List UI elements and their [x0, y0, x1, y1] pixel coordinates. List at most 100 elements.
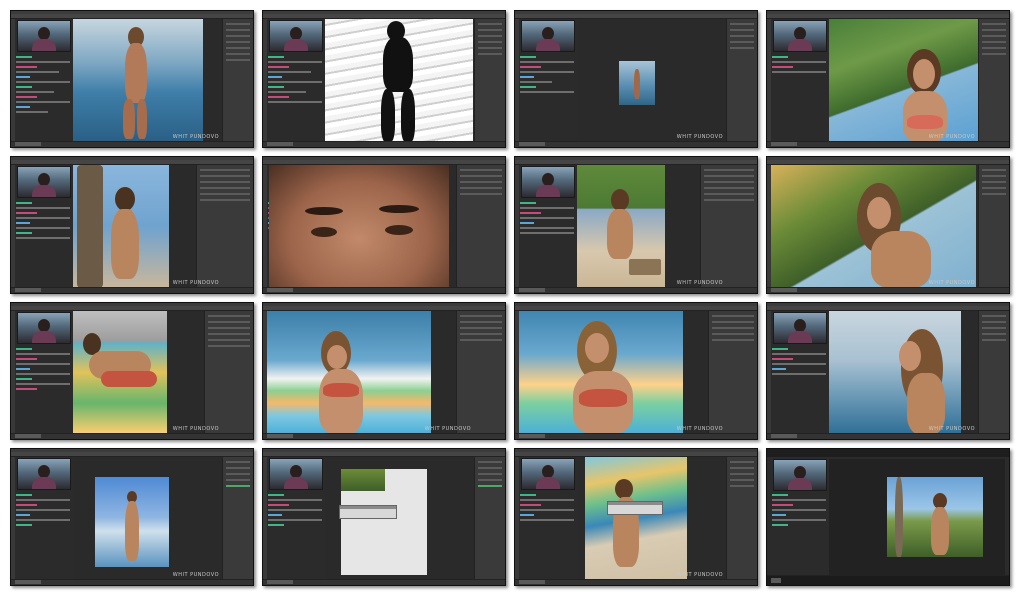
layers-panel[interactable] — [474, 19, 505, 142]
layers-panel[interactable] — [978, 165, 1009, 288]
webcam-overlay — [521, 458, 575, 490]
frame-1[interactable]: WHIT PUNDOVO — [10, 10, 254, 148]
layers-panel[interactable] — [726, 19, 757, 142]
tools-panel[interactable] — [263, 19, 267, 147]
layers-panel[interactable] — [222, 19, 253, 142]
status-bar — [263, 287, 505, 293]
photo — [519, 311, 683, 434]
document-canvas[interactable] — [577, 19, 726, 142]
photo — [73, 165, 169, 288]
document-canvas[interactable] — [73, 457, 222, 580]
contact-sheet: WHIT PUNDOVO WHIT PUNDOVO WHIT PUNDOVO W… — [0, 0, 1018, 594]
status-bar — [11, 287, 253, 293]
tools-panel[interactable] — [515, 457, 519, 585]
tools-panel[interactable] — [767, 19, 771, 147]
chat-log — [268, 53, 322, 137]
watermark-logo: WHIT PUNDOVO — [172, 426, 219, 432]
layers-panel[interactable] — [456, 165, 505, 288]
webcam-overlay — [17, 458, 71, 490]
document-canvas[interactable] — [577, 457, 726, 580]
webcam-overlay — [17, 20, 71, 52]
chat-log — [16, 53, 70, 137]
blank-document — [341, 469, 427, 575]
tools-panel[interactable] — [515, 165, 519, 293]
frame-9[interactable]: WHIT PUNDOVO — [10, 302, 254, 440]
tools-panel[interactable] — [11, 311, 15, 439]
photo — [73, 311, 167, 434]
layers-panel[interactable] — [700, 165, 757, 288]
document-canvas[interactable] — [829, 311, 978, 434]
status-bar — [515, 579, 757, 585]
chat-log — [520, 199, 574, 283]
status-bar — [11, 433, 253, 439]
photo — [95, 477, 169, 567]
document-canvas[interactable] — [325, 457, 474, 580]
document-canvas[interactable] — [829, 19, 978, 142]
status-bar — [11, 141, 253, 147]
layers-panel[interactable] — [204, 311, 253, 434]
layers-panel[interactable] — [978, 311, 1009, 434]
watermark-logo: WHIT PUNDOVO — [676, 426, 723, 432]
layers-panel[interactable] — [474, 457, 505, 580]
frame-6[interactable] — [262, 156, 506, 294]
tools-panel[interactable] — [11, 165, 15, 293]
watermark-logo: WHIT PUNDOVO — [424, 426, 471, 432]
watermark-logo: WHIT PUNDOVO — [676, 572, 723, 578]
frame-7[interactable]: WHIT PUNDOVO — [514, 156, 758, 294]
frame-2[interactable] — [262, 10, 506, 148]
webcam-overlay — [17, 166, 71, 198]
frame-8[interactable]: WHIT PUNDOVO — [766, 156, 1010, 294]
status-bar — [263, 141, 505, 147]
webcam-overlay — [521, 166, 575, 198]
document-canvas[interactable] — [325, 19, 474, 142]
layers-panel[interactable] — [456, 311, 505, 434]
frame-5[interactable]: WHIT PUNDOVO — [10, 156, 254, 294]
player-controls[interactable] — [767, 575, 1009, 585]
layers-panel[interactable] — [708, 311, 757, 434]
frame-15[interactable]: WHIT PUNDOVO — [514, 448, 758, 586]
document-canvas[interactable] — [73, 19, 222, 142]
watermark-logo: WHIT PUNDOVO — [172, 134, 219, 140]
dialog-box[interactable] — [607, 501, 663, 515]
photo — [269, 165, 449, 288]
tools-panel[interactable] — [11, 457, 15, 585]
tools-panel[interactable] — [263, 457, 267, 585]
frame-4[interactable]: WHIT PUNDOVO — [766, 10, 1010, 148]
frame-12[interactable]: WHIT PUNDOVO — [766, 302, 1010, 440]
tools-panel[interactable] — [263, 165, 267, 293]
frame-14[interactable] — [262, 448, 506, 586]
status-bar — [767, 433, 1009, 439]
layers-panel[interactable] — [726, 457, 757, 580]
photo — [325, 19, 473, 142]
document-canvas[interactable] — [73, 311, 222, 434]
layers-panel[interactable] — [196, 165, 253, 288]
frame-13[interactable]: WHIT PUNDOVO — [10, 448, 254, 586]
document-canvas[interactable] — [519, 311, 726, 434]
watermark-logo: WHIT PUNDOVO — [676, 134, 723, 140]
chat-log — [772, 53, 826, 137]
tools-panel[interactable] — [767, 311, 771, 439]
chat-log — [772, 345, 826, 429]
frame-11[interactable]: WHIT PUNDOVO — [514, 302, 758, 440]
frame-16[interactable] — [766, 448, 1010, 586]
status-bar — [515, 141, 757, 147]
dialog-box[interactable] — [339, 505, 397, 519]
layers-panel[interactable] — [978, 19, 1009, 142]
tools-panel[interactable] — [515, 19, 519, 147]
document-canvas[interactable] — [269, 165, 474, 288]
layers-panel[interactable] — [222, 457, 253, 580]
frame-10[interactable]: WHIT PUNDOVO — [262, 302, 506, 440]
tools-panel[interactable] — [11, 19, 15, 147]
status-bar — [515, 433, 757, 439]
chat-log — [16, 491, 70, 575]
photo — [887, 477, 983, 557]
webcam-overlay — [269, 458, 323, 490]
frame-3[interactable]: WHIT PUNDOVO — [514, 10, 758, 148]
webcam-overlay — [269, 20, 323, 52]
photo — [829, 311, 961, 434]
document-canvas[interactable] — [771, 165, 978, 288]
photo — [577, 165, 665, 288]
video-area[interactable] — [829, 459, 1005, 575]
document-canvas[interactable] — [267, 311, 474, 434]
photo — [73, 19, 203, 142]
